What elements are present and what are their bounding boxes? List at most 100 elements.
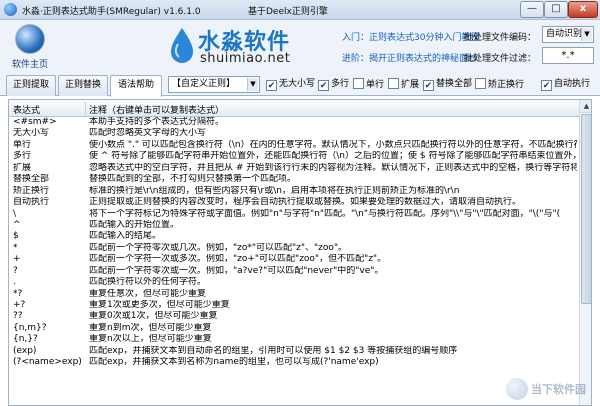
table-row[interactable]: . 匹配换行符以外的任何字符。: [9, 277, 579, 288]
watermark-text: 当下软件园: [531, 383, 586, 396]
table-row[interactable]: ^ 匹配输入的开始位置。: [9, 220, 579, 231]
cell-expression[interactable]: <#sm#>: [13, 117, 83, 128]
tab-regex-extract[interactable]: 正则提取: [6, 75, 56, 96]
table-row[interactable]: *? 重复任意次，但尽可能少重复: [9, 289, 579, 300]
cell-note: 匹配exp，并捕获文本到自动命名的组里，引用时可以使用 $1 $2 $3 等按捕…: [89, 345, 458, 356]
cell-expression[interactable]: 替换全部: [13, 174, 83, 185]
checkbox-replace-all[interactable]: ✔ 替换全部: [423, 78, 472, 91]
table-row[interactable]: (?<name>exp) 匹配exp，并捕获文本到名称为name的组里，也可以写成…: [9, 357, 579, 368]
column-header-expression[interactable]: 表达式: [13, 103, 40, 116]
checkbox-extended[interactable]: 扩展: [388, 78, 419, 91]
cell-note: 使小数点 "." 可以匹配包含换行符（\n）在内的任意字符。默认情况下，小数点只…: [89, 139, 577, 150]
table-row[interactable]: * 匹配前一个字符零次或几次。例如，"zo*"可以匹配"z"、"zoo"。: [9, 243, 579, 254]
cell-note: 重复任意次，但尽可能少重复: [89, 288, 207, 299]
scrollbar-thumb[interactable]: [581, 114, 591, 304]
chevron-down-icon: ▼: [581, 28, 592, 41]
custom-regex-value: 【自定义正则】: [172, 79, 236, 89]
cell-expression[interactable]: 自动执行: [13, 197, 83, 208]
cell-note: 匹配输入的结尾。: [89, 231, 162, 242]
tab-regex-replace[interactable]: 正则替换: [58, 75, 108, 96]
column-header-note[interactable]: 注释（右键单击可以复制表达式）: [89, 103, 224, 116]
encoding-select[interactable]: 自动识别 ▼: [542, 26, 594, 43]
cell-expression[interactable]: 扩展: [13, 163, 83, 174]
checkbox-auto-run[interactable]: ✔ 自动执行: [541, 78, 590, 91]
cell-note: 标准的换行是\r\n组成的，但有些内容只有\r或\n，启用本项将在执行正则前矫正…: [89, 185, 460, 196]
cell-expression[interactable]: +: [13, 254, 83, 265]
home-button[interactable]: 软件主页: [6, 22, 54, 70]
cell-note: 匹配换行符以外的任何字符。: [89, 277, 207, 288]
table-row[interactable]: 扩展 忽略表达式中的空白字符，并且把从 # 开始到该行行末的内容视为注释。默认情况…: [9, 163, 579, 174]
cell-note: 使 ^ 符号除了能够匹配字符串开始位置外，还能匹配换行符（\n）之后的位置；使 …: [89, 151, 577, 162]
tutorial-link-advanced[interactable]: 进阶：揭开正则表达式的神秘面纱: [342, 51, 477, 64]
checkbox-singleline[interactable]: 单行: [353, 78, 384, 91]
logo-text-en: shuimiao.net: [200, 51, 291, 66]
table-body: <#sm#> 本助手支持的多个表达式分隔符。 无大小写 匹配时忽略英文字母的大小写 单行…: [9, 117, 579, 369]
cell-expression[interactable]: +?: [13, 300, 83, 311]
table-row[interactable]: (exp) 匹配exp，并捕获文本到自动命名的组里，引用时可以使用 $1 $2 $…: [9, 346, 579, 357]
logo: 水淼软件 shuimiao.net: [168, 24, 348, 68]
close-button[interactable]: x: [568, 1, 598, 18]
checkbox-label: 替换全部: [436, 79, 473, 89]
checkbox-ignore-case[interactable]: ✔ 无大小写: [266, 78, 315, 91]
table-row[interactable]: 替换全部 替换匹配到的全部，不打勾则只替换第一个匹配项。: [9, 174, 579, 185]
checkbox-box: ✔: [541, 80, 552, 91]
table-row[interactable]: 多行使 ^ 符号除了能够匹配字符串开始位置外，还能匹配换行符（\n）之后的位置；…: [9, 151, 579, 162]
filter-input[interactable]: *.*: [542, 47, 594, 64]
globe-icon: [15, 24, 45, 54]
checkbox-box: ✔: [266, 80, 277, 91]
table-row[interactable]: <#sm#> 本助手支持的多个表达式分隔符。: [9, 117, 579, 128]
table-row[interactable]: $ 匹配输入的结尾。: [9, 231, 579, 242]
table-row[interactable]: ?? 重复0次或1次，但尽可能少重复: [9, 311, 579, 322]
minimize-button[interactable]: —: [520, 1, 544, 18]
table-row[interactable]: {n,}? 重复n次以上，但尽可能少重复: [9, 334, 579, 345]
table-row[interactable]: 自动执行 正则提取或正则替换的内容改变时，程序会自动执行提取或替换。如果要处理的数…: [9, 197, 579, 208]
tutorial-link-beginner[interactable]: 入门：正则表达式30分钟入门教程: [342, 30, 479, 43]
cell-expression[interactable]: (?<name>exp): [13, 357, 83, 368]
cell-expression[interactable]: *: [13, 243, 83, 254]
watermark: 当下软件园: [506, 376, 598, 404]
watermark-logo-icon: [506, 378, 528, 400]
table-row[interactable]: ? 匹配前一个字符零次或一次。例如，"a?ve?"可以匹配"never"中的"ve…: [9, 266, 579, 277]
checkbox-multiline[interactable]: ✔ 多行: [318, 78, 349, 91]
vertical-scrollbar[interactable]: ▲: [579, 100, 591, 405]
checkbox-label: 单行: [366, 80, 385, 90]
cell-expression[interactable]: 无大小写: [13, 128, 83, 139]
table-row[interactable]: \ 将下一个字符标记为特殊字符或字面值。例如"n"与字符"n"匹配。"\n"与换行…: [9, 209, 579, 220]
cell-expression[interactable]: 矫正换行: [13, 186, 83, 197]
checkbox-label: 矫正换行: [488, 80, 525, 90]
checkbox-label: 自动执行: [554, 79, 591, 89]
checkbox-box: [388, 78, 399, 89]
cell-expression[interactable]: {n,}?: [13, 334, 83, 345]
maximize-button[interactable]: □: [544, 1, 568, 18]
scroll-up-icon[interactable]: ▲: [580, 100, 591, 113]
custom-regex-select[interactable]: 【自定义正则】 ▼: [168, 76, 260, 93]
cell-expression[interactable]: (exp): [13, 346, 83, 357]
toolbar: 正则提取 正则替换 语法帮助 【自定义正则】 ▼ ✔ 无大小写 ✔ 多行 单行 扩展…: [0, 72, 600, 97]
checkbox-fix-newline[interactable]: 矫正换行: [475, 78, 524, 91]
checkbox-label: 无大小写: [279, 79, 316, 89]
cell-expression[interactable]: ^: [13, 220, 83, 231]
tab-syntax-help[interactable]: 语法帮助: [110, 75, 162, 97]
cell-expression[interactable]: \: [13, 209, 83, 220]
cell-note: 重复n次以上，但尽可能少重复: [89, 334, 212, 345]
checkbox-box: [353, 78, 364, 89]
cell-expression[interactable]: .: [13, 277, 83, 288]
table-row[interactable]: + 匹配前一个字符一次或多次。例如，"zo+"可以匹配"zoo"，但不匹配"z"。: [9, 254, 579, 265]
cell-expression[interactable]: 多行: [13, 151, 83, 162]
water-drop-icon: [171, 28, 193, 63]
cell-expression[interactable]: ?: [13, 266, 83, 277]
cell-expression[interactable]: {n,m}?: [13, 323, 83, 334]
cell-expression[interactable]: ??: [13, 311, 83, 322]
table-row[interactable]: 矫正换行 标准的换行是\r\n组成的，但有些内容只有\r或\n，启用本项将在执行正…: [9, 186, 579, 197]
cell-expression[interactable]: $: [13, 231, 83, 242]
table-row[interactable]: +? 重复1次或更多次，但尽可能少重复: [9, 300, 579, 311]
cell-expression[interactable]: 单行: [13, 140, 83, 151]
table-row[interactable]: {n,m}? 重复n到m次，但尽可能少重复: [9, 323, 579, 334]
table-row[interactable]: 无大小写 匹配时忽略英文字母的大小写: [9, 128, 579, 139]
column-divider[interactable]: [85, 102, 86, 115]
table-row[interactable]: 单行 使小数点 "." 可以匹配包含换行符（\n）在内的任意字符。默认情况下，小数…: [9, 140, 579, 151]
cell-expression[interactable]: *?: [13, 289, 83, 300]
cell-note: 忽略表达式中的空白字符，并且把从 # 开始到该行行末的内容视为注释。默认情况下，…: [89, 162, 577, 173]
cell-note: 正则提取或正则替换的内容改变时，程序会自动执行提取或替换。如果要处理的数据过大，…: [89, 197, 522, 208]
checkbox-label: 多行: [331, 79, 350, 89]
